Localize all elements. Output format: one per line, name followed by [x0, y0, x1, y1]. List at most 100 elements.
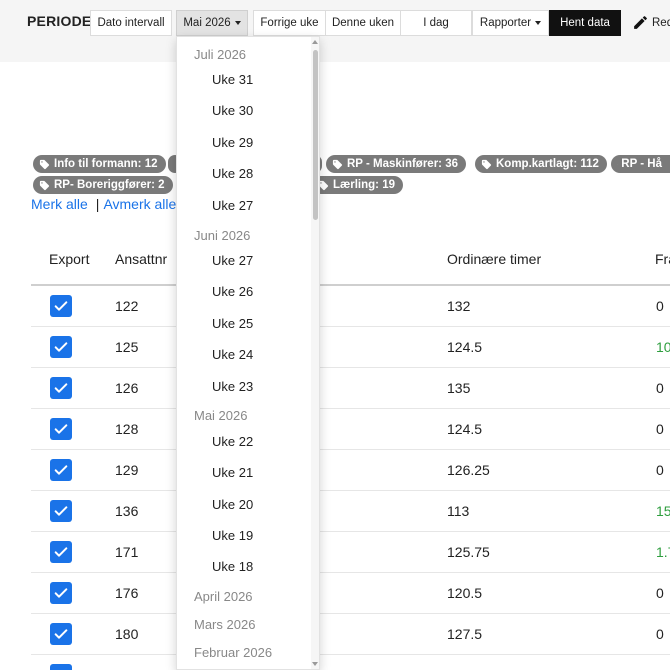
header-fra[interactable]: Fra — [655, 251, 670, 267]
dropdown-week[interactable]: Uke 20 — [212, 497, 319, 512]
table-row — [31, 655, 670, 670]
dato-intervall-button[interactable]: Dato intervall — [90, 10, 172, 36]
dropdown-week[interactable]: Uke 21 — [212, 465, 319, 480]
dropdown-month-april[interactable]: April 2026 — [194, 589, 319, 604]
dropdown-week[interactable]: Uke 22 — [212, 434, 319, 449]
tag-rp-boreriggforer[interactable]: RP- Boreriggfører: 2 — [33, 176, 173, 194]
select-links: Merk alle | Avmerk alle — [31, 196, 176, 212]
tag-rp-maskinforer[interactable]: RP - Maskinfører: 36 — [326, 155, 466, 173]
dropdown-month-juli[interactable]: Juli 2026 — [194, 47, 319, 62]
cell-ordinaere-timer: 120.5 — [447, 585, 483, 601]
pencil-icon — [634, 16, 647, 29]
table-row: 125sen124.510. — [31, 327, 670, 368]
checkmark-icon — [54, 629, 68, 639]
checkmark-icon — [54, 465, 68, 475]
cell-ansattnr: 125 — [115, 339, 139, 355]
table-row: 129 126.25 0 — [31, 450, 670, 491]
export-checkbox[interactable] — [50, 541, 72, 563]
denne-uken-button[interactable]: Denne uken — [325, 10, 401, 36]
cell-ordinaere-timer: 125.75 — [447, 544, 490, 560]
dropdown-week[interactable]: Uke 27 — [212, 198, 319, 213]
export-checkbox[interactable] — [50, 377, 72, 399]
export-checkbox[interactable] — [50, 500, 72, 522]
header-ordinaere-timer[interactable]: Ordinære timer — [447, 251, 541, 267]
month-week-dropdown: Juli 2026 Uke 31 Uke 30 Uke 29 Uke 28 Uk… — [176, 36, 320, 670]
cell-ansattnr: 176 — [115, 585, 139, 601]
dropdown-week[interactable]: Uke 23 — [212, 379, 319, 394]
cell-ansattnr: 126 — [115, 380, 139, 396]
cell-ordinaere-timer: 113 — [447, 503, 470, 519]
dropdown-week[interactable]: Uke 29 — [212, 135, 319, 150]
cell-ordinaere-timer: 132 — [447, 298, 471, 314]
cell-ordinaere-timer: 135 — [447, 380, 471, 396]
dropdown-week[interactable]: Uke 25 — [212, 316, 319, 331]
cell-ordinaere-timer: 126.25 — [447, 462, 490, 478]
cell-fra: 10. — [656, 339, 670, 355]
cell-fra: 15 — [656, 503, 670, 519]
dropdown-week[interactable]: Uke 24 — [212, 347, 319, 362]
dropdown-week[interactable]: Uke 30 — [212, 103, 319, 118]
dropdown-week[interactable]: Uke 19 — [212, 528, 319, 543]
export-checkbox[interactable] — [50, 623, 72, 645]
tag-laerling[interactable]: Lærling: 19 — [312, 176, 403, 194]
checkmark-icon — [54, 588, 68, 598]
avmerk-alle-link[interactable]: Avmerk alle — [103, 196, 176, 212]
link-separator: | — [95, 196, 100, 212]
merk-alle-link[interactable]: Merk alle — [31, 196, 88, 212]
export-checkbox[interactable] — [50, 336, 72, 358]
cell-ansattnr: 180 — [115, 626, 139, 642]
tag-komp-kartlagt[interactable]: Komp.kartlagt: 112 — [475, 155, 607, 173]
scroll-down-icon[interactable] — [312, 662, 318, 666]
hent-data-button[interactable]: Hent data — [549, 10, 621, 36]
cell-fra: 1.7 — [656, 544, 670, 560]
cell-fra: 0 — [656, 585, 664, 601]
checkmark-icon — [54, 383, 68, 393]
scroll-up-icon[interactable] — [312, 40, 318, 44]
dropdown-month-februar[interactable]: Februar 2026 — [194, 645, 319, 660]
rediger-button[interactable]: Red — [632, 14, 670, 31]
table-row: 128g124.50 — [31, 409, 670, 450]
dropdown-week[interactable]: Uke 28 — [212, 166, 319, 181]
i-dag-button[interactable]: I dag — [400, 10, 472, 36]
dropdown-month-mars[interactable]: Mars 2026 — [194, 617, 319, 632]
export-checkbox[interactable] — [50, 295, 72, 317]
header-ansattnr[interactable]: Ansattnr — [115, 251, 167, 267]
table-row: 180 127.5 0 — [31, 614, 670, 655]
caret-down-icon — [234, 21, 241, 25]
dropdown-month-mai[interactable]: Mai 2026 — [194, 408, 319, 423]
table-row: 126n1350 — [31, 368, 670, 409]
cell-ordinaere-timer: 124.5 — [447, 339, 483, 355]
cell-fra: 0 — [656, 421, 664, 437]
export-checkbox[interactable] — [50, 664, 72, 670]
checkmark-icon — [54, 506, 68, 516]
forrige-uke-button[interactable]: Forrige uke — [253, 10, 326, 36]
cell-fra: 0 — [656, 462, 664, 478]
checkmark-icon — [54, 301, 68, 311]
tag-icon — [39, 180, 50, 190]
toolbar: PERIODE Dato intervall Mai 2026 Forrige … — [0, 0, 670, 62]
dropdown-week[interactable]: Uke 27 — [212, 253, 319, 268]
rapporter-button[interactable]: Rapporter — [472, 10, 549, 36]
checkmark-icon — [54, 424, 68, 434]
tag-rp-ha[interactable]: RP - Hå — [611, 155, 670, 173]
export-checkbox[interactable] — [50, 582, 72, 604]
cell-ordinaere-timer: 127.5 — [447, 626, 483, 642]
dropdown-scrollbar[interactable] — [311, 37, 319, 669]
export-checkbox[interactable] — [50, 459, 72, 481]
checkmark-icon — [54, 342, 68, 352]
export-checkbox[interactable] — [50, 418, 72, 440]
dropdown-week[interactable]: Uke 26 — [212, 284, 319, 299]
dropdown-week[interactable]: Uke 31 — [212, 72, 319, 87]
month-select-button[interactable]: Mai 2026 — [176, 10, 248, 36]
cell-ansattnr: 122 — [115, 298, 139, 314]
header-export[interactable]: Export — [49, 251, 89, 267]
cell-fra: 0 — [656, 626, 664, 642]
dropdown-week[interactable]: Uke 18 — [212, 559, 319, 574]
tag-info-til-formann[interactable]: Info til formann: 12 — [33, 155, 166, 173]
periode-label: PERIODE — [27, 13, 92, 29]
tag-icon — [332, 159, 343, 169]
table-row: 122mann1320 — [31, 286, 670, 327]
cell-fra: 0 — [656, 380, 664, 396]
dropdown-month-juni[interactable]: Juni 2026 — [194, 228, 319, 243]
scrollbar-thumb[interactable] — [313, 50, 318, 220]
